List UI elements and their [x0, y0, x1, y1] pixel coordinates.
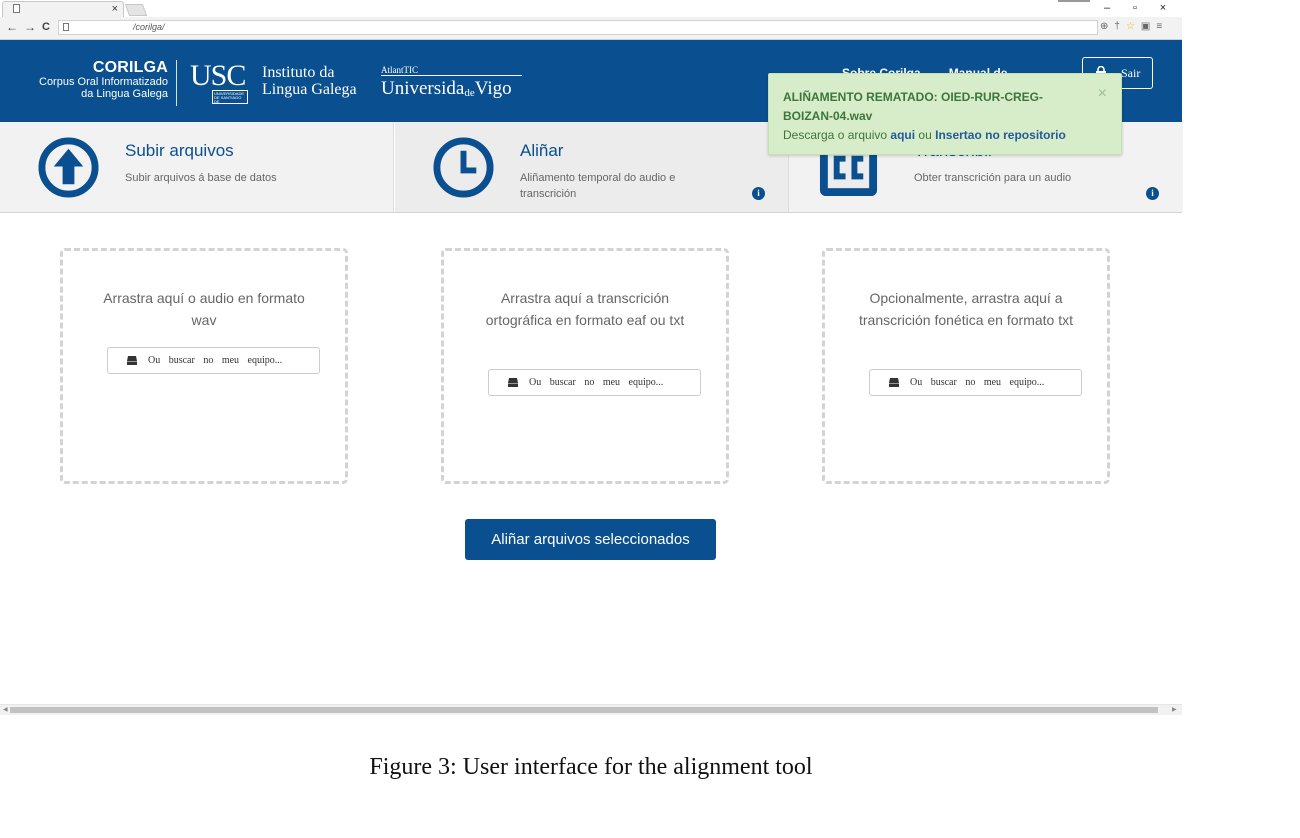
info-icon[interactable]: i	[1146, 187, 1159, 200]
uvigo-logo: AtlantTIC UniversidadeVigo	[381, 60, 522, 104]
scroll-left-icon[interactable]: ◀	[3, 705, 8, 715]
ilg-line-2: Lingua Galega	[262, 81, 357, 98]
restore-icon[interactable]: ▫	[1130, 0, 1140, 16]
orthographic-transcription-dropzone[interactable]: Arrastra aquí a transcrición ortográfica…	[441, 248, 729, 484]
upload-arrow-icon	[38, 137, 99, 198]
dropzone-text: Arrastra aquí o audio en formato wav	[103, 290, 305, 328]
download-link[interactable]: aqui	[890, 128, 915, 142]
usc-letters: USC	[190, 59, 246, 92]
browser-tab[interactable]: ×	[2, 1, 124, 17]
dropzone-text: Arrastra aquí a transcrición ortográfica…	[485, 290, 685, 328]
audio-dropzone[interactable]: Arrastra aquí o audio en formato wav Ou …	[60, 248, 348, 484]
page-info-icon[interactable]	[63, 23, 69, 31]
reload-icon[interactable]: C	[42, 20, 50, 34]
logout-label: Sair	[1121, 66, 1141, 80]
phonetic-transcription-dropzone[interactable]: Opcionalmente, arrastra aquí a transcric…	[822, 248, 1110, 484]
alert-body: Descarga o arquivo aqui ou Insertao no r…	[783, 126, 1107, 145]
feature-title: Subir arquivos	[125, 141, 234, 160]
info-icon[interactable]: i	[752, 187, 765, 200]
tab-close-icon[interactable]: ×	[112, 2, 118, 16]
window-controls: – ▫ ×	[1102, 0, 1168, 16]
browser-toolbar: ← → C /corilga/ ⊕ † ☆ ▣ ≡	[0, 18, 1182, 38]
key-icon[interactable]: †	[1114, 20, 1120, 34]
feature-title: Aliñar	[520, 141, 564, 160]
feature-description: Obter transcrición para un audio	[914, 172, 1072, 184]
hard-drive-icon	[889, 378, 899, 387]
tab-strip: × – ▫ ×	[0, 0, 1182, 17]
success-alert: ALIÑAMENTO REMATADO: OIED-RUR-CREG-BOIZA…	[768, 73, 1122, 155]
browse-label: Ou buscar no meu equipo...	[910, 377, 1045, 388]
clock-icon	[433, 137, 494, 198]
ilg-logo: Instituto da Lingua Galega	[262, 64, 357, 98]
align-files-button[interactable]: Aliñar arquivos seleccionados	[465, 519, 716, 560]
back-icon[interactable]: ←	[6, 20, 18, 34]
brand-subtitle-line-2: da Lingua Galega	[81, 88, 168, 100]
brand-name: CORILGA	[92, 59, 168, 76]
logo-divider	[176, 60, 177, 106]
ilg-line-1: Instituto da	[262, 64, 335, 81]
horizontal-scrollbar[interactable]: ◀ ▶	[0, 704, 1182, 715]
address-url: /corilga/	[133, 22, 165, 32]
address-bar[interactable]: /corilga/	[58, 20, 1098, 35]
browse-button[interactable]: Ou buscar no meu equipo...	[107, 347, 320, 374]
hard-drive-icon	[127, 356, 137, 365]
browse-label: Ou buscar no meu equipo...	[148, 355, 283, 366]
feature-align[interactable]: Aliñar Aliñamento temporal do audio e tr…	[395, 122, 789, 212]
toolbar-icons: ⊕ † ☆ ▣ ≡	[1100, 20, 1162, 34]
alert-body-middle: ou	[918, 128, 932, 142]
browse-button[interactable]: Ou buscar no meu equipo...	[869, 369, 1082, 396]
feature-description: Subir arquivos á base de datos	[125, 172, 277, 184]
usc-subtitle: UNIVERSIDADE DE SANTIAGO DE COMPOSTELA	[212, 90, 248, 104]
minimize-icon[interactable]: –	[1102, 0, 1112, 16]
atlantic-label: AtlantTIC	[381, 65, 522, 76]
browse-label: Ou buscar no meu equipo...	[529, 377, 664, 388]
browse-button[interactable]: Ou buscar no meu equipo...	[488, 369, 701, 396]
uvigo-wordmark: UniversidadeVigo	[381, 78, 512, 99]
insert-repository-link[interactable]: Insertao no repositorio	[935, 128, 1066, 142]
close-icon[interactable]: ×	[1098, 86, 1107, 102]
scroll-right-icon[interactable]: ▶	[1172, 705, 1177, 715]
window-title-bar-marker	[1058, 0, 1090, 2]
page-favicon-icon	[13, 4, 20, 13]
alert-title: ALIÑAMENTO REMATADO: OIED-RUR-CREG-BOIZA…	[783, 90, 1043, 123]
feature-upload[interactable]: Subir arquivos Subir arquivos á base de …	[0, 122, 394, 212]
new-tab-button[interactable]	[124, 4, 148, 16]
figure-caption: Figure 3: User interface for the alignme…	[369, 754, 813, 780]
forward-icon[interactable]: →	[24, 20, 36, 34]
alert-body-prefix: Descarga o arquivo	[783, 128, 888, 142]
browser-chrome: × – ▫ × ← → C /corilga/ ⊕ † ☆ ▣ ≡	[0, 0, 1182, 40]
scrollbar-thumb[interactable]	[10, 707, 1158, 713]
menu-icon[interactable]: ≡	[1156, 20, 1162, 34]
corilga-logo[interactable]: CORILGA Corpus Oral Informatizado da Lin…	[14, 59, 168, 100]
zoom-icon[interactable]: ⊕	[1100, 20, 1108, 34]
dropzone-text: Opcionalmente, arrastra aquí a transcric…	[859, 290, 1073, 328]
feature-description: Aliñamento temporal do audio e transcric…	[520, 172, 676, 200]
close-window-icon[interactable]: ×	[1158, 0, 1168, 16]
bookmark-star-icon[interactable]: ☆	[1126, 20, 1135, 34]
extension-icon[interactable]: ▣	[1141, 20, 1150, 34]
hard-drive-icon	[508, 378, 518, 387]
brand-subtitle-line-1: Corpus Oral Informatizado	[39, 76, 168, 88]
